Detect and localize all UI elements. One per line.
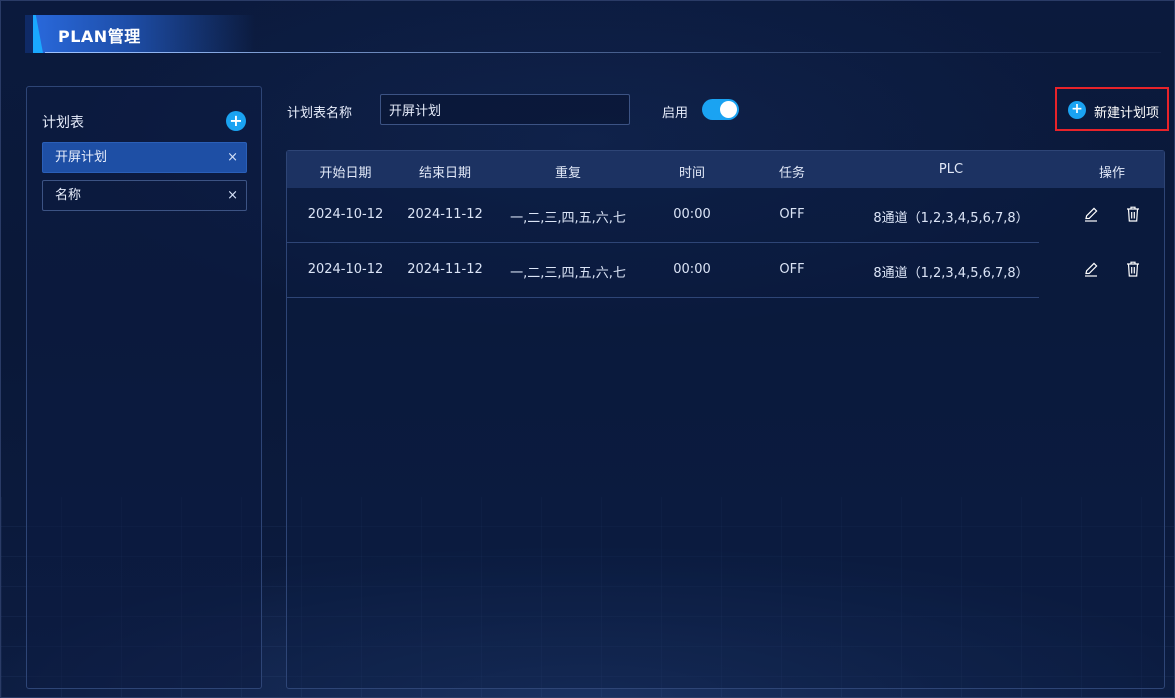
cell-task: OFF: [779, 207, 805, 222]
close-icon[interactable]: ×: [227, 143, 238, 172]
plan-item-kaiping[interactable]: 开屏计划 ×: [42, 142, 247, 173]
cell-time: 00:00: [673, 262, 711, 277]
header-accent-edge: [25, 15, 33, 53]
page-title: PLAN管理: [58, 27, 141, 46]
column-header-time: 时间: [678, 166, 705, 181]
column-header-end-date: 结束日期: [418, 166, 471, 181]
plan-items-table: 开始日期 结束日期 重复 时间 任务 PLC 操作 2024-10-12 202…: [286, 150, 1165, 689]
enable-toggle[interactable]: [702, 99, 739, 120]
pencil-icon[interactable]: [1083, 205, 1099, 223]
pencil-icon[interactable]: [1083, 260, 1099, 278]
page-header: PLAN管理: [25, 15, 1161, 53]
plus-icon: +: [1068, 101, 1086, 119]
plan-list-title: 计划表: [42, 115, 84, 131]
cell-start-date: 2024-10-12: [307, 207, 384, 222]
new-plan-item-button[interactable]: + 新建计划项: [1055, 87, 1169, 131]
cell-repeat: 一,二,三,四,五,六,七: [510, 266, 626, 281]
enable-label: 启用: [662, 106, 689, 121]
plan-item-name[interactable]: 名称 ×: [42, 180, 247, 211]
plan-item-label: 名称: [55, 188, 82, 203]
column-header-task: 任务: [778, 166, 805, 181]
cell-plc: 8通道（1,2,3,4,5,6,7,8）: [873, 266, 1029, 281]
cell-task: OFF: [779, 262, 805, 277]
column-header-plc: PLC: [938, 162, 964, 177]
close-icon[interactable]: ×: [227, 181, 238, 210]
plan-list-panel: 计划表 + 开屏计划 × 名称 ×: [26, 86, 262, 689]
cell-start-date: 2024-10-12: [307, 262, 384, 277]
plan-name-label: 计划表名称: [287, 106, 353, 121]
cell-end-date: 2024-11-12: [407, 207, 483, 222]
table-row: 2024-10-12 2024-11-12 一,二,三,四,五,六,七 00:0…: [287, 243, 1039, 298]
new-plan-item-label: 新建计划项: [1094, 106, 1160, 121]
column-header-start-date: 开始日期: [319, 166, 372, 181]
trash-icon[interactable]: [1125, 260, 1141, 278]
add-plan-icon[interactable]: +: [226, 111, 246, 131]
table-row: 2024-10-12 2024-11-12 一,二,三,四,五,六,七 00:0…: [287, 188, 1039, 243]
cell-repeat: 一,二,三,四,五,六,七: [510, 211, 626, 226]
trash-icon[interactable]: [1125, 205, 1141, 223]
cell-end-date: 2024-11-12: [407, 262, 483, 277]
plan-name-input[interactable]: [380, 94, 630, 125]
column-header-repeat: 重复: [554, 166, 581, 181]
column-header-actions: 操作: [1098, 166, 1125, 181]
plan-item-label: 开屏计划: [55, 150, 108, 165]
header-divider: [45, 52, 1161, 53]
table-header: 开始日期 结束日期 重复 时间 任务 PLC 操作: [287, 151, 1164, 188]
cell-time: 00:00: [673, 207, 711, 222]
cell-plc: 8通道（1,2,3,4,5,6,7,8）: [873, 211, 1029, 226]
toggle-knob: [720, 101, 737, 118]
